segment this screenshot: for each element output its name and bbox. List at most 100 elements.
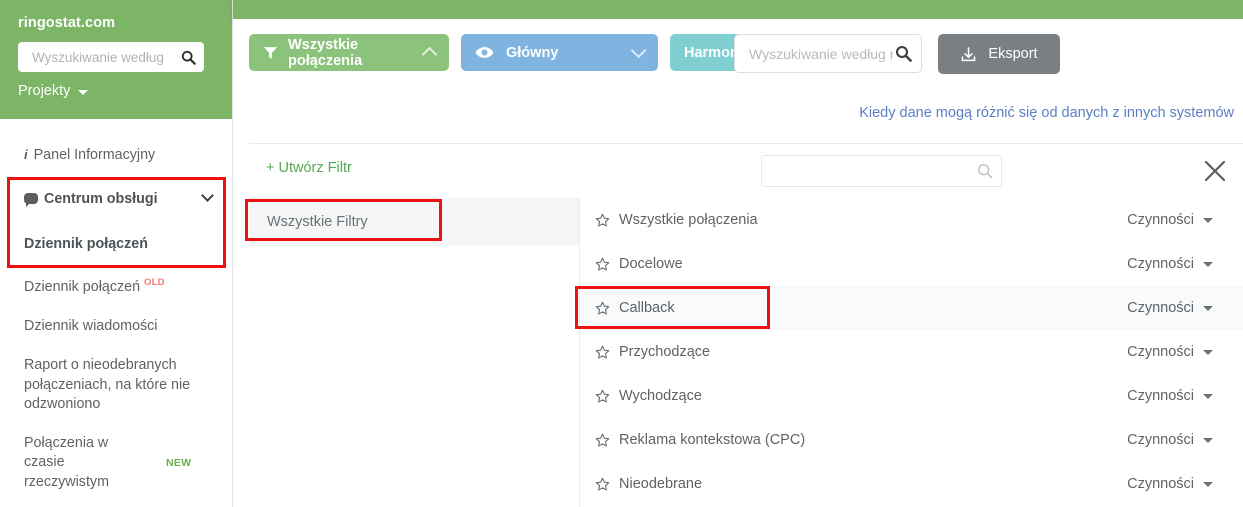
star-outline-icon[interactable] [595,389,610,404]
sidebar-item-label: Raport o nieodebranych połączeniach, na … [24,357,191,412]
filter-name: Wychodzące [619,388,702,404]
sidebar-search[interactable] [18,42,204,72]
filter-panel-body: Wszystkie Filtry Wszystkie połączenia Cz… [249,198,1243,507]
chevron-up-icon [421,46,438,63]
chevron-down-icon [1203,349,1213,355]
main-content: Wszystkie połączenia Główny Harmon Wyszu… [233,19,1243,507]
sidebar-item-polaczenia-realtime[interactable]: Połączenia w czasie rzeczywistym NEW [0,424,232,502]
list-item[interactable]: Przychodzące Czynności [581,330,1243,374]
sidebar-item-centrum-obslugi[interactable]: Centrum obsługi [0,178,232,221]
row-actions[interactable]: Czynności [1127,432,1243,448]
filter-button-label: Wszystkie połączenia [288,36,363,69]
all-calls-filter-button[interactable]: Wszystkie połączenia [249,34,449,71]
app-root: ringostat.com Projekty i Panel Informacy… [0,0,1243,507]
chevron-down-icon [1203,305,1213,311]
export-button-label: Eksport [988,46,1038,62]
chevron-down-icon [1203,393,1213,399]
list-item[interactable]: Reklama kontekstowa (CPC) Czynności [581,418,1243,462]
sidebar-item-dziennik-polaczen-old[interactable]: Dziennik połączeń OLD [0,267,232,307]
row-actions[interactable]: Czynności [1127,476,1243,492]
projects-label: Projekty [18,83,71,99]
row-actions[interactable]: Czynności [1127,344,1243,360]
filter-name: Przychodzące [619,344,711,360]
chat-bubble-icon [24,193,38,208]
row-actions[interactable]: Czynności [1127,256,1243,272]
view-selector-button[interactable]: Główny [461,34,658,71]
new-badge: NEW [166,457,192,469]
sidebar-item-label: Centrum obsługi [44,191,158,208]
star-outline-icon[interactable] [595,257,610,272]
eye-icon [475,47,494,58]
search-icon[interactable] [895,45,912,62]
view-button-label: Główny [506,44,559,61]
filter-name: Reklama kontekstowa (CPC) [619,432,806,448]
sidebar-item-label: Połączenia w czasie rzeczywistym [24,435,109,490]
row-actions[interactable]: Czynności [1127,388,1243,404]
filter-name: Callback [619,300,675,316]
search-icon[interactable] [977,163,993,179]
filter-tab-label: Wszystkie Filtry [267,214,368,230]
chevron-down-icon[interactable] [201,189,214,203]
row-actions[interactable]: Czynności [1127,212,1243,228]
filter-panel-header: + Utwórz Filtr [249,144,1243,198]
sidebar: ringostat.com Projekty i Panel Informacy… [0,0,233,507]
star-outline-icon[interactable] [595,213,610,228]
filter-name: Docelowe [619,256,683,272]
star-outline-icon[interactable] [595,433,610,448]
create-filter-link[interactable]: + Utwórz Filtr [266,160,352,176]
list-item[interactable]: Docelowe Czynności [581,242,1243,286]
sidebar-item-label: Panel Informacyjny [33,147,156,163]
filter-name: Nieodebrane [619,476,703,492]
actions-label: Czynności [1127,300,1194,316]
actions-label: Czynności [1127,432,1194,448]
actions-label: Czynności [1127,388,1194,404]
sidebar-item-dziennik-polaczen[interactable]: Dziennik połączeń [0,222,232,267]
data-difference-hint-link[interactable]: Kiedy dane mogą różnić się od danych z i… [859,105,1234,121]
chevron-down-icon [1203,481,1213,487]
filter-tabs-column: Wszystkie Filtry [249,198,580,507]
star-outline-icon[interactable] [595,345,610,360]
list-item[interactable]: Nieodebrane Czynności [581,462,1243,506]
list-item[interactable]: Wychodzące Czynności [581,374,1243,418]
sidebar-item-raport-nieodebrane[interactable]: Raport o nieodebranych połączeniach, na … [0,346,232,424]
brand-label: ringostat.com [18,15,116,31]
star-outline-icon[interactable] [595,477,610,492]
sidebar-header: ringostat.com Projekty [0,0,232,119]
list-item[interactable]: Wszystkie połączenia Czynności [581,198,1243,242]
filter-search[interactable] [761,155,1002,187]
actions-label: Czynności [1127,476,1194,492]
close-icon[interactable] [1201,157,1229,185]
sidebar-nav: i Panel Informacyjny Centrum obsługi Dzi… [0,119,232,502]
filter-name: Wszystkie połączenia [619,212,758,228]
chevron-down-icon [1203,437,1213,443]
chevron-down-icon [78,89,89,95]
top-green-bar [233,0,1243,19]
list-item[interactable]: Callback Czynności [581,286,1243,330]
sidebar-item-label: Dziennik połączeń [24,278,141,295]
filter-list: Wszystkie połączenia Czynności Docelowe … [581,198,1243,507]
sidebar-item-panel-informacyjny[interactable]: i Panel Informacyjny [0,133,232,178]
sidebar-item-label: Dziennik połączeń [24,235,148,252]
sidebar-item-dziennik-wiadomosci[interactable]: Dziennik wiadomości [0,307,232,346]
export-button[interactable]: Eksport [938,34,1060,74]
filter-search-input[interactable] [772,162,977,180]
chevron-down-icon [1203,261,1213,267]
actions-label: Czynności [1127,212,1194,228]
download-icon [962,46,976,61]
funnel-icon [263,46,278,59]
chevron-down-icon [1203,217,1213,223]
toolbar-search[interactable] [734,34,922,73]
filter-tab-all[interactable]: Wszystkie Filtry [249,198,579,246]
chevron-down-icon [630,42,647,58]
row-actions[interactable]: Czynności [1127,300,1243,316]
old-badge: OLD [144,276,165,288]
actions-label: Czynności [1127,256,1194,272]
toolbar-search-input[interactable] [747,44,895,63]
search-icon [181,50,196,65]
filter-panel: + Utwórz Filtr Wszystkie Filtry Wszystki… [249,143,1243,507]
sidebar-search-input[interactable] [30,48,181,66]
star-outline-icon[interactable] [595,301,610,316]
toolbar: Wszystkie połączenia Główny Harmon Wyszu… [233,19,1243,121]
actions-label: Czynności [1127,344,1194,360]
projects-dropdown[interactable]: Projekty [18,83,214,99]
